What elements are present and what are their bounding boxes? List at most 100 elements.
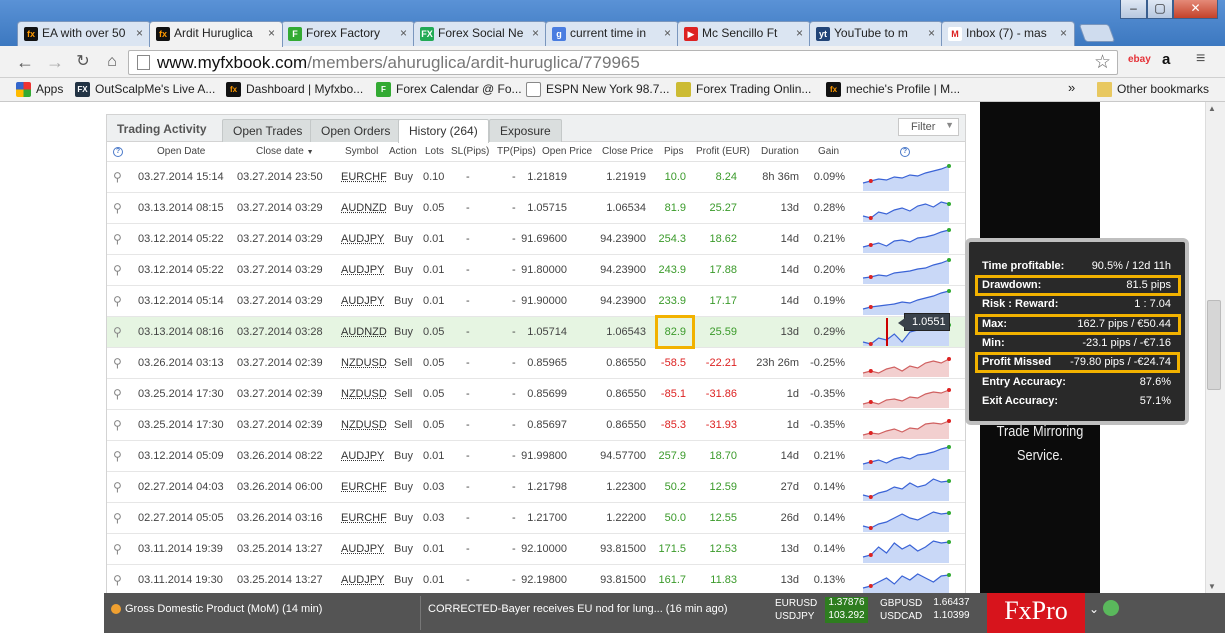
tag-icon[interactable]: ⚲	[113, 573, 126, 587]
col-close-price[interactable]: Close Price	[602, 146, 653, 157]
tag-icon[interactable]: ⚲	[113, 387, 126, 401]
trade-sparkline[interactable]	[861, 162, 951, 193]
table-row[interactable]: ⚲ 03.12.2014 05:14 03.27.2014 03:29 AUDJPY B…	[107, 286, 965, 317]
browser-tab[interactable]: yt YouTube to m ×	[809, 21, 943, 46]
table-row[interactable]: ⚲ 03.12.2014 05:09 03.26.2014 08:22 AUDJPY B…	[107, 441, 965, 472]
close-tab-icon[interactable]: ×	[796, 26, 803, 40]
close-tab-icon[interactable]: ×	[268, 26, 275, 40]
col-open-date[interactable]: Open Date	[157, 146, 205, 157]
other-bookmarks[interactable]: Other bookmarks	[1097, 82, 1209, 97]
symbol[interactable]: NZDUSD	[341, 388, 387, 400]
browser-tab[interactable]: fx EA with over 50 ×	[17, 21, 151, 46]
tag-icon[interactable]: ⚲	[113, 480, 126, 494]
trade-sparkline[interactable]	[861, 379, 951, 410]
table-row[interactable]: ⚲ 02.27.2014 05:05 03.26.2014 03:16 EURCHF B…	[107, 503, 965, 534]
tag-icon[interactable]: ⚲	[113, 356, 126, 370]
table-row[interactable]: ⚲ 03.12.2014 05:22 03.27.2014 03:29 AUDJPY B…	[107, 224, 965, 255]
help-icon[interactable]: ?	[113, 147, 123, 157]
tag-icon[interactable]: ⚲	[113, 542, 126, 556]
col-action[interactable]: Action	[389, 146, 417, 157]
close-tab-icon[interactable]: ×	[1060, 26, 1067, 40]
new-tab-button[interactable]	[1078, 24, 1116, 42]
close-tab-icon[interactable]: ×	[532, 26, 539, 40]
browser-tab[interactable]: FX Forex Social Ne ×	[413, 21, 547, 46]
symbol[interactable]: AUDNZD	[341, 202, 387, 214]
table-row[interactable]: ⚲ 03.12.2014 05:22 03.27.2014 03:29 AUDJPY B…	[107, 255, 965, 286]
browser-tab[interactable]: ▶ Mc Sencillo Ft ×	[677, 21, 811, 46]
col-lots[interactable]: Lots	[425, 146, 444, 157]
bookmark-dashboard[interactable]: fx Dashboard | Myfxbo...	[226, 82, 363, 97]
tag-icon[interactable]: ⚲	[113, 511, 126, 525]
table-row[interactable]: ⚲ 03.11.2014 19:30 03.25.2014 13:27 AUDJPY B…	[107, 565, 965, 596]
browser-tab[interactable]: fx Ardit Huruglica ×	[149, 21, 283, 47]
symbol[interactable]: AUDJPY	[341, 295, 384, 307]
col-symbol[interactable]: Symbol	[345, 146, 378, 157]
table-row[interactable]: ⚲ 03.13.2014 08:15 03.27.2014 03:29 AUDNZD B…	[107, 193, 965, 224]
fxpro-logo[interactable]: FxPro	[987, 593, 1085, 633]
bookmarks-overflow[interactable]: »	[1068, 80, 1075, 95]
forward-icon[interactable]: →	[44, 51, 66, 73]
scroll-down-icon[interactable]: ▼	[1208, 582, 1216, 591]
tab-history[interactable]: History (264)	[398, 119, 489, 143]
trade-sparkline[interactable]	[861, 193, 951, 224]
bookmark-star-icon[interactable]: ☆	[1094, 51, 1111, 74]
symbol[interactable]: AUDJPY	[341, 233, 384, 245]
ticker-news-1[interactable]: Gross Domestic Product (MoM) (14 min)	[125, 603, 322, 615]
tag-icon[interactable]: ⚲	[113, 170, 126, 184]
ticker-news-2[interactable]: CORRECTED-Bayer receives EU nod for lung…	[428, 603, 728, 615]
col-profit[interactable]: Profit (EUR)	[696, 146, 750, 157]
close-tab-icon[interactable]: ×	[664, 26, 671, 40]
bookmark-outscalpme[interactable]: FX OutScalpMe's Live A...	[75, 82, 215, 97]
ebay-extension-icon[interactable]: ebay	[1128, 54, 1151, 65]
tab-open-orders[interactable]: Open Orders	[310, 119, 402, 142]
col-tp[interactable]: TP(Pips)	[497, 146, 536, 157]
trade-sparkline[interactable]	[861, 441, 951, 472]
symbol[interactable]: AUDJPY	[341, 543, 384, 555]
trade-sparkline[interactable]	[861, 503, 951, 534]
menu-icon[interactable]: ≡	[1196, 50, 1205, 68]
address-bar[interactable]: www.myfxbook.com/members/ahuruglica/ardi…	[128, 50, 1118, 75]
trade-sparkline[interactable]	[861, 348, 951, 379]
close-window-button[interactable]: ✕	[1173, 0, 1218, 19]
browser-tab[interactable]: F Forex Factory ×	[281, 21, 415, 46]
symbol[interactable]: NZDUSD	[341, 419, 387, 431]
help-icon[interactable]: ?	[900, 147, 910, 157]
tag-icon[interactable]: ⚲	[113, 201, 126, 215]
symbol[interactable]: AUDJPY	[341, 450, 384, 462]
trade-sparkline[interactable]	[861, 224, 951, 255]
tab-exposure[interactable]: Exposure	[489, 119, 562, 142]
bookmark-forex-trading[interactable]: Forex Trading Onlin...	[676, 82, 811, 97]
browser-tab[interactable]: M Inbox (7) - mas ×	[941, 21, 1075, 46]
col-close-date[interactable]: Close date ▼	[256, 146, 314, 157]
bookmark-apps[interactable]: Apps	[16, 82, 63, 97]
home-icon[interactable]: ⌂	[101, 51, 123, 73]
minimize-button[interactable]: –	[1120, 0, 1147, 19]
chevron-down-icon[interactable]: ⌄	[1089, 602, 1099, 616]
scroll-up-icon[interactable]: ▲	[1208, 104, 1216, 113]
tag-icon[interactable]: ⚲	[113, 325, 126, 339]
tag-icon[interactable]: ⚲	[113, 263, 126, 277]
table-row[interactable]: ⚲ 03.26.2014 03:13 03.27.2014 02:39 NZDUSD S…	[107, 348, 965, 379]
tag-icon[interactable]: ⚲	[113, 449, 126, 463]
col-gain[interactable]: Gain	[818, 146, 839, 157]
close-tab-icon[interactable]: ×	[400, 26, 407, 40]
maximize-button[interactable]: ▢	[1147, 0, 1173, 19]
bookmark-espn[interactable]: ESPN New York 98.7...	[526, 82, 669, 97]
symbol[interactable]: EURCHF	[341, 512, 387, 524]
chat-icon[interactable]	[1103, 600, 1119, 616]
trade-sparkline[interactable]	[861, 255, 951, 286]
browser-tab[interactable]: g current time in ×	[545, 21, 679, 46]
tag-icon[interactable]: ⚲	[113, 232, 126, 246]
reload-icon[interactable]: ↻	[72, 51, 94, 73]
symbol[interactable]: AUDJPY	[341, 574, 384, 586]
scrollbar-thumb[interactable]	[1207, 300, 1221, 390]
symbol[interactable]: EURCHF	[341, 481, 387, 493]
table-row[interactable]: ⚲ 02.27.2014 04:03 03.26.2014 06:00 EURCHF B…	[107, 472, 965, 503]
close-tab-icon[interactable]: ×	[136, 26, 143, 40]
trade-sparkline[interactable]	[861, 534, 951, 565]
trade-sparkline[interactable]	[861, 410, 951, 441]
trade-sparkline[interactable]	[861, 472, 951, 503]
bookmark-mechie[interactable]: fx mechie's Profile | M...	[826, 82, 960, 97]
tag-icon[interactable]: ⚲	[113, 294, 126, 308]
symbol[interactable]: EURCHF	[341, 171, 387, 183]
